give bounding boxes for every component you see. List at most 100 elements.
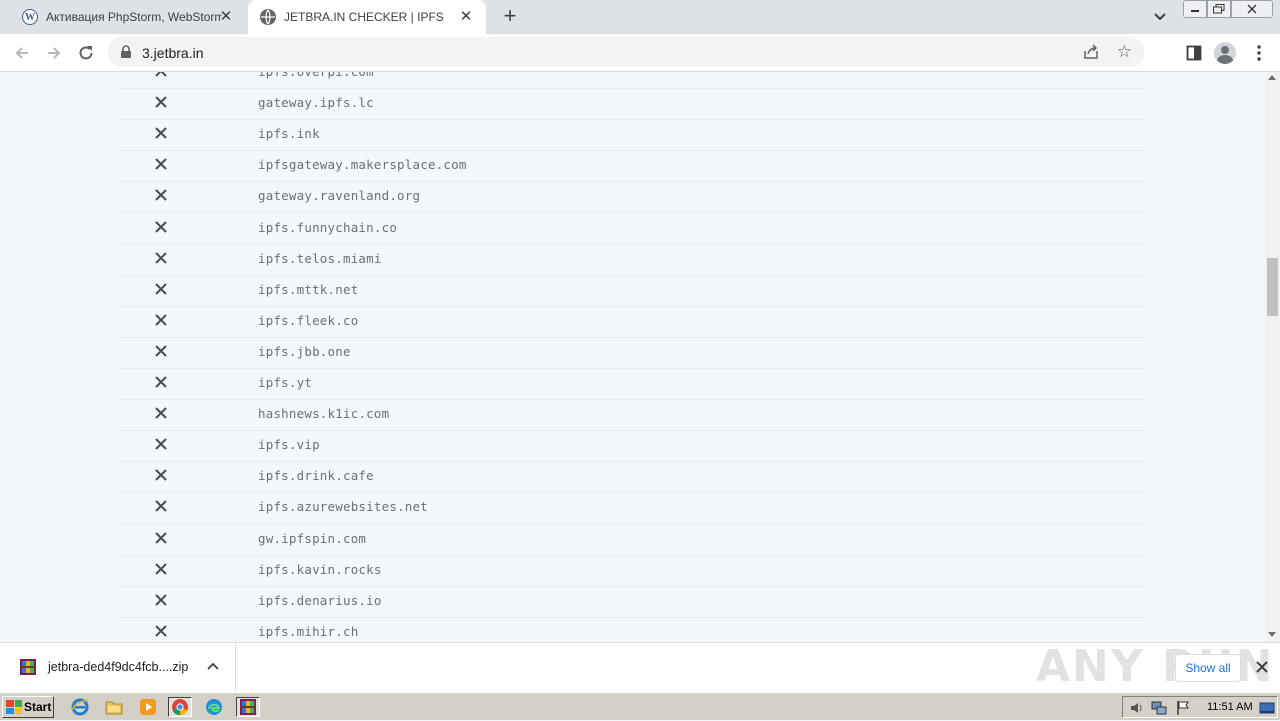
gateway-row: ipfs.denarius.io [120,587,1146,618]
gateway-host: ipfs.denarius.io [258,592,382,608]
status-fail-x-icon [152,218,170,236]
status-fail-x-icon [152,124,170,142]
gateway-host: ipfs.mttk.net [258,281,359,297]
lock-icon[interactable] [120,45,132,64]
gateway-row: ipfs.mihir.ch [120,618,1146,642]
chevron-up-icon[interactable] [205,659,221,675]
gateway-row: ipfs.jbb.one [120,338,1146,369]
gateway-host: ipfs.yt [258,375,313,390]
address-bar[interactable]: 3.jetbra.in ☆ [108,37,1144,67]
bookmark-star-icon[interactable]: ☆ [1117,43,1132,61]
status-fail-x-icon [152,404,170,422]
file-explorer-icon[interactable] [102,697,126,717]
status-fail-x-icon [152,466,170,484]
restore-button[interactable] [1207,0,1231,18]
status-fail-x-icon [152,591,170,609]
gateway-host: ipfs.kavin.rocks [258,561,382,577]
gateway-row: gateway.ravenland.org [120,182,1146,214]
gateway-host: ipfs.azurewebsites.net [258,499,428,515]
download-filename: jetbra-ded4f9dc4fcb....zip [48,660,189,674]
status-fail-x-icon [152,311,170,329]
windows-logo-icon [6,700,22,714]
status-fail-x-icon [152,622,170,640]
gateway-host: ipfs.fleek.co [258,312,359,328]
back-button[interactable] [10,41,34,65]
tab-search-icon[interactable] [1150,8,1170,26]
side-panel-icon[interactable] [1183,42,1205,64]
tab-strip: W Активация PhpStorm, WebStorm, Ii ✕ JET… [0,0,1280,34]
gateway-row: ipfs.ink [120,120,1146,152]
status-fail-x-icon [152,529,170,547]
gateway-host: gateway.ravenland.org [258,188,421,204]
winrar-archive-icon [20,659,36,675]
url-text: 3.jetbra.in [142,45,204,61]
gateway-row: ipfs.overpi.com [120,72,1146,89]
minimize-button[interactable] [1183,0,1207,18]
winrar-icon[interactable] [236,697,260,717]
scroll-down-arrow-icon[interactable] [1268,632,1276,637]
gateway-row: ipfs.funnychain.co [120,214,1146,245]
page-content: ipfs.overpi.com gateway.ipfs.lc ipfs.ink ip… [0,72,1265,642]
gateway-host: ipfs.telos.miami [258,250,382,266]
reload-button[interactable] [74,41,98,65]
gateway-host: ipfs.vip [258,437,320,453]
show-all-button[interactable]: Show all [1175,654,1241,682]
volume-icon[interactable] [1129,700,1145,716]
status-fail-x-icon [152,497,170,515]
media-player-icon[interactable] [136,697,160,717]
start-label: Start [24,700,52,714]
gateway-row: ipfs.yt [120,369,1146,400]
taskbar-clock: 11:51 AM [1207,701,1253,713]
status-fail-x-icon [152,280,170,298]
scrollbar-thumb[interactable] [1267,258,1278,316]
status-fail-x-icon [152,155,170,173]
profile-avatar[interactable] [1214,42,1236,64]
tab-jetbra-checker[interactable]: JETBRA.IN CHECKER | IPFS ✕ [248,0,486,34]
download-shelf: jetbra-ded4f9dc4fcb....zip ANY RUN Show … [0,642,1280,692]
status-fail-x-icon [152,72,170,80]
close-shelf-icon[interactable] [1252,657,1272,677]
action-center-flag-icon[interactable] [1175,700,1191,716]
forward-button[interactable] [42,41,66,65]
new-tab-button[interactable]: + [498,5,522,29]
edge-icon[interactable] [202,697,226,717]
tab-close-icon[interactable]: ✕ [218,9,234,25]
share-icon[interactable] [1082,43,1100,66]
gateway-row: ipfs.kavin.rocks [120,556,1146,587]
menu-kebab-icon[interactable] [1248,42,1270,64]
vertical-scrollbar[interactable] [1265,72,1280,642]
show-desktop-icon[interactable] [1259,700,1275,716]
gateway-host: hashnews.k1ic.com [258,406,390,422]
tab-activation[interactable]: W Активация PhpStorm, WebStorm, Ii ✕ [8,0,246,34]
status-fail-x-icon [152,435,170,453]
network-icon[interactable] [1151,700,1167,716]
start-button[interactable]: Start [2,696,54,718]
gateway-host: ipfs.jbb.one [258,343,351,359]
gateway-host: ipfs.mihir.ch [258,623,359,639]
status-fail-x-icon [152,373,170,391]
gateway-row: gw.ipfspin.com [120,525,1146,556]
gateway-host: gw.ipfspin.com [258,530,367,546]
gateway-row: gateway.ipfs.lc [120,89,1146,121]
scroll-up-arrow-icon[interactable] [1268,75,1276,80]
gateway-host: ipfs.funnychain.co [258,219,398,235]
windows-taskbar: Start 11:51 AM [0,692,1280,720]
gateway-row: ipfs.vip [120,431,1146,463]
download-item[interactable]: jetbra-ded4f9dc4fcb....zip [0,643,236,692]
status-fail-x-icon [152,342,170,360]
gateway-row: ipfs.azurewebsites.net [120,493,1146,525]
tab-title: JETBRA.IN CHECKER | IPFS [284,10,444,24]
gateway-row: ipfsgateway.makersplace.com [120,151,1146,183]
tab-close-icon[interactable]: ✕ [458,9,474,25]
chrome-icon[interactable] [168,697,192,717]
close-window-button[interactable] [1231,0,1273,18]
gateway-row: ipfs.mttk.net [120,276,1146,307]
ie-icon[interactable] [68,697,92,717]
wordpress-icon: W [22,9,38,25]
gateway-host: ipfs.drink.cafe [258,468,374,484]
gateway-host: ipfs.ink [258,126,320,142]
system-tray: 11:51 AM [1122,696,1278,718]
gateway-row: ipfs.drink.cafe [120,462,1146,494]
tab-title: Активация PhpStorm, WebStorm, Ii [46,10,222,24]
gateway-host: ipfsgateway.makersplace.com [258,157,467,173]
